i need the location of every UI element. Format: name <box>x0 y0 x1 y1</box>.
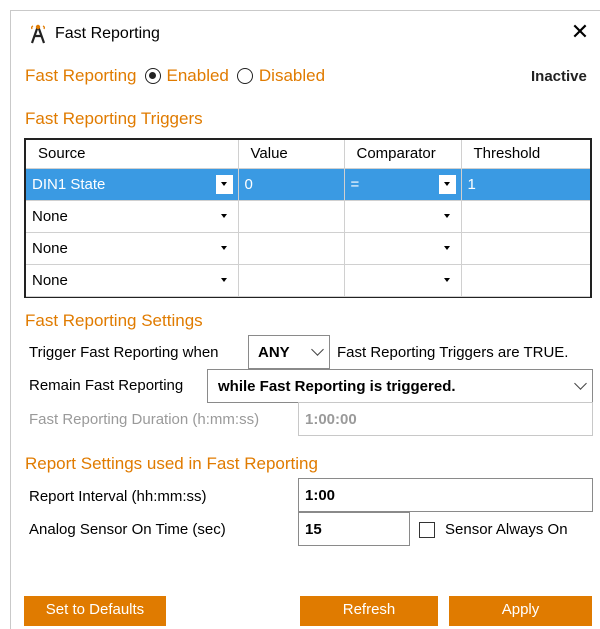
close-icon: ✕ <box>570 19 590 44</box>
value-cell[interactable] <box>238 200 345 233</box>
source-cell[interactable]: None <box>26 200 239 233</box>
interval-label: Report Interval (hh:mm:ss) <box>29 488 207 505</box>
comparator-cell[interactable]: = <box>344 168 462 201</box>
trigger-when-label: Trigger Fast Reporting when <box>29 344 219 361</box>
source-value: None <box>32 207 68 225</box>
sensor-always-on-checkbox[interactable] <box>419 522 435 538</box>
sensor-on-label: Analog Sensor On Time (sec) <box>29 521 226 538</box>
dropdown-arrow-icon[interactable] <box>215 238 233 258</box>
column-header-source[interactable]: Source <box>26 140 239 169</box>
sensor-on-value: 15 <box>305 521 322 538</box>
dropdown-arrow-icon[interactable] <box>438 174 456 194</box>
window-title: Fast Reporting <box>55 25 160 42</box>
antenna-icon <box>29 23 47 45</box>
remain-label: Remain Fast Reporting <box>29 377 184 394</box>
column-header-comparator[interactable]: Comparator <box>344 140 462 169</box>
value-text: 0 <box>244 175 253 193</box>
remain-select[interactable]: while Fast Reporting is triggered. <box>207 369 593 403</box>
threshold-text: 1 <box>467 175 476 193</box>
threshold-cell[interactable]: 1 <box>461 168 590 201</box>
trigger-when-select[interactable]: ANY <box>248 335 330 369</box>
set-to-defaults-button[interactable]: Set to Defaults <box>24 596 166 626</box>
duration-input: 1:00:00 <box>298 402 593 436</box>
value-cell[interactable] <box>238 264 345 297</box>
settings-section-title: Fast Reporting Settings <box>25 311 203 330</box>
table-row[interactable]: None <box>26 232 590 265</box>
disabled-radio[interactable] <box>236 68 253 84</box>
column-header-value[interactable]: Value <box>238 140 345 169</box>
apply-button[interactable]: Apply <box>449 596 592 626</box>
table-row[interactable]: DIN1 State 0 = 1 <box>26 168 590 201</box>
enabled-label[interactable]: Enabled <box>167 66 229 86</box>
threshold-cell[interactable] <box>461 232 590 265</box>
interval-input[interactable]: 1:00 <box>298 478 593 512</box>
dropdown-arrow-icon[interactable] <box>438 270 456 290</box>
report-section-title: Report Settings used in Fast Reporting <box>25 454 318 473</box>
value-cell[interactable]: 0 <box>238 168 345 201</box>
status-text: Inactive <box>531 68 587 85</box>
comparator-text: = <box>350 175 360 193</box>
remain-value: while Fast Reporting is triggered. <box>218 378 456 395</box>
fast-reporting-mode: Fast Reporting Enabled Disabled <box>25 66 325 86</box>
source-cell[interactable]: None <box>26 232 239 265</box>
table-row[interactable]: None <box>26 200 590 233</box>
trigger-when-value: ANY <box>258 344 290 361</box>
mode-label: Fast Reporting <box>25 66 137 85</box>
close-button[interactable]: ✕ <box>567 19 593 45</box>
enabled-radio[interactable] <box>144 68 161 84</box>
duration-value: 1:00:00 <box>305 411 357 428</box>
source-cell[interactable]: DIN1 State <box>26 168 239 201</box>
column-header-threshold[interactable]: Threshold <box>461 140 590 169</box>
chevron-down-icon <box>311 343 324 356</box>
source-value: None <box>32 271 68 289</box>
comparator-cell[interactable] <box>344 200 462 233</box>
triggers-section-title: Fast Reporting Triggers <box>25 109 203 128</box>
triggers-grid: Source Value Comparator Threshold DIN1 S… <box>24 138 592 298</box>
source-value: None <box>32 239 68 257</box>
value-cell[interactable] <box>238 232 345 265</box>
refresh-button[interactable]: Refresh <box>300 596 438 626</box>
dropdown-arrow-icon[interactable] <box>215 174 233 194</box>
threshold-cell[interactable] <box>461 200 590 233</box>
threshold-cell[interactable] <box>461 264 590 297</box>
dropdown-arrow-icon[interactable] <box>438 238 456 258</box>
source-value: DIN1 State <box>32 175 106 193</box>
trigger-when-suffix: Fast Reporting Triggers are TRUE. <box>337 344 569 361</box>
sensor-on-input[interactable]: 15 <box>298 512 410 546</box>
comparator-cell[interactable] <box>344 264 462 297</box>
interval-value: 1:00 <box>305 487 336 504</box>
fast-reporting-dialog: Fast Reporting ✕ Fast Reporting Enabled … <box>10 10 600 629</box>
disabled-label[interactable]: Disabled <box>259 66 325 86</box>
dropdown-arrow-icon[interactable] <box>215 270 233 290</box>
duration-label: Fast Reporting Duration (h:mm:ss) <box>29 411 260 428</box>
comparator-cell[interactable] <box>344 232 462 265</box>
dropdown-arrow-icon[interactable] <box>438 206 456 226</box>
table-row[interactable]: None <box>26 264 590 297</box>
dropdown-arrow-icon[interactable] <box>215 206 233 226</box>
source-cell[interactable]: None <box>26 264 239 297</box>
chevron-down-icon <box>574 377 587 390</box>
sensor-always-on-label[interactable]: Sensor Always On <box>445 521 568 538</box>
